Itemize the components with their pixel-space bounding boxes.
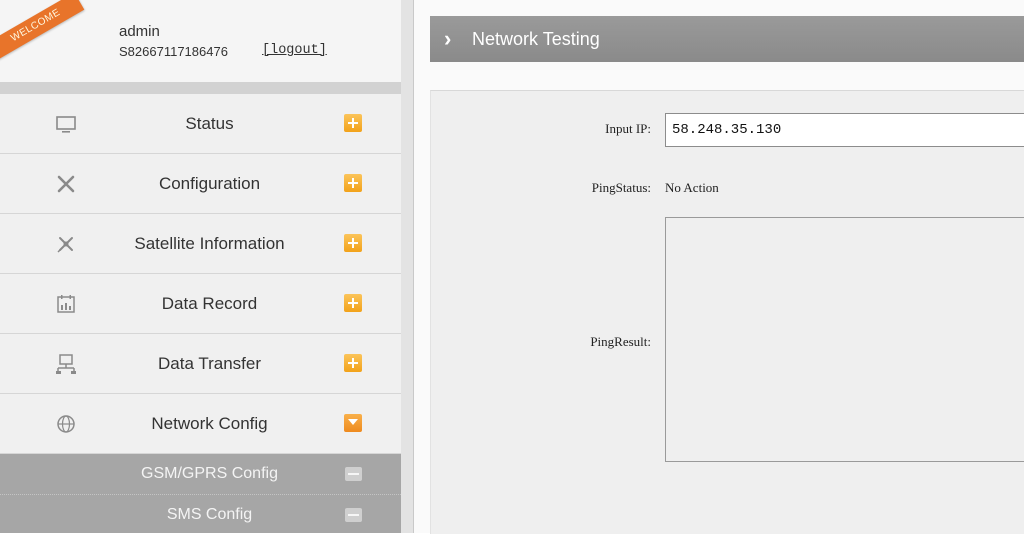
- device-serial: S82667117186476: [119, 44, 228, 59]
- chevron-right-icon: ›: [444, 26, 452, 51]
- sidebar-item-network-config[interactable]: Network Config: [0, 394, 401, 454]
- ip-input[interactable]: [665, 113, 1024, 147]
- ping-result-label: PingResult:: [590, 334, 651, 349]
- sidebar-subitem-sms-config[interactable]: SMS Config: [0, 495, 401, 533]
- sidebar-item-satellite-information[interactable]: Satellite Information: [0, 214, 401, 274]
- user-panel: WELCOME admin S82667117186476 [logout]: [0, 0, 401, 82]
- expand-plus-icon[interactable]: [344, 234, 362, 252]
- globe-icon: [54, 412, 78, 436]
- divider: [0, 82, 401, 94]
- calendar-chart-icon: [54, 292, 78, 316]
- main-content: › Network Testing Input IP: PingStatus: …: [414, 0, 1024, 534]
- ping-status-value: No Action: [665, 180, 719, 195]
- ip-label: Input IP:: [605, 121, 651, 136]
- sidebar-item-data-transfer[interactable]: Data Transfer: [0, 334, 401, 394]
- sidebar-item-label: Network Config: [151, 414, 268, 433]
- sidebar-item-data-record[interactable]: Data Record: [0, 274, 401, 334]
- user-name: admin: [119, 23, 160, 40]
- sidebar-subitem-label: SMS Config: [166, 506, 253, 523]
- expand-plus-icon[interactable]: [344, 354, 362, 372]
- page-title-bar: › Network Testing: [430, 16, 1024, 62]
- nav-menu: Status Configuration Satellite Informati…: [0, 94, 401, 533]
- sidebar-item-label: Satellite Information: [134, 234, 285, 253]
- tools-icon: [54, 172, 78, 196]
- sidebar-item-label: Data Record: [161, 294, 258, 313]
- sidebar-item-label: Status: [185, 114, 234, 133]
- page-title: Network Testing: [472, 29, 600, 49]
- minus-icon[interactable]: [345, 467, 362, 481]
- sidebar-subitem-label: GSM/GPRS Config: [141, 465, 278, 482]
- ping-status-label: PingStatus:: [591, 180, 651, 195]
- expand-plus-icon[interactable]: [344, 174, 362, 192]
- sidebar-item-label: Configuration: [158, 174, 261, 193]
- network-icon: [54, 352, 78, 376]
- logout-link[interactable]: [logout]: [262, 43, 327, 58]
- sidebar-item-status[interactable]: Status: [0, 94, 401, 154]
- sidebar-item-configuration[interactable]: Configuration: [0, 154, 401, 214]
- minus-icon[interactable]: [345, 508, 362, 522]
- panel-divider[interactable]: [401, 0, 413, 533]
- collapse-chevron-icon[interactable]: [344, 414, 362, 432]
- network-testing-form: Input IP: PingStatus: No Action PingResu…: [430, 90, 1024, 534]
- satellite-icon: [54, 232, 78, 256]
- sidebar: WELCOME admin S82667117186476 [logout] S…: [0, 0, 401, 533]
- expand-plus-icon[interactable]: [344, 114, 362, 132]
- welcome-ribbon: WELCOME: [0, 0, 85, 60]
- monitor-icon: [54, 112, 78, 136]
- ping-result-textarea[interactable]: [665, 217, 1024, 462]
- sidebar-subitem-gsm-gprs-config[interactable]: GSM/GPRS Config: [0, 454, 401, 495]
- expand-plus-icon[interactable]: [344, 294, 362, 312]
- sidebar-item-label: Data Transfer: [158, 354, 261, 373]
